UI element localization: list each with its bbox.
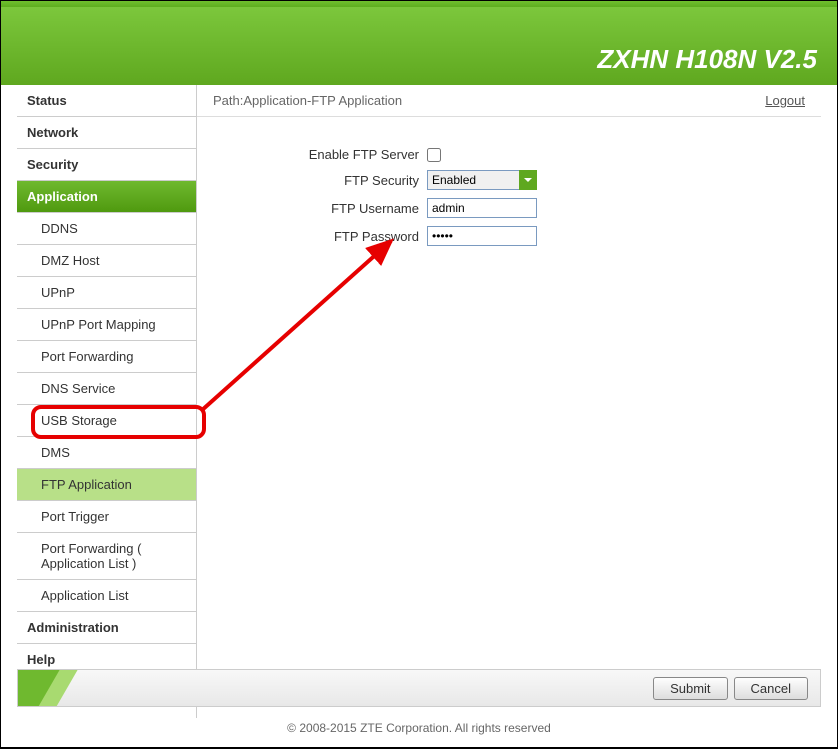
cancel-button[interactable]: Cancel [734,677,808,700]
header: ZXHN H108N V2.5 [1,7,837,85]
sidebar: Status Network Security Application DDNS… [17,85,197,718]
logout-link[interactable]: Logout [765,93,805,108]
ftp-password-label: FTP Password [237,229,427,244]
breadcrumb: Path:Application-FTP Application [213,93,402,108]
sidebar-cat-status[interactable]: Status [17,85,196,117]
ftp-username-label: FTP Username [237,201,427,216]
sidebar-cat-security[interactable]: Security [17,149,196,181]
ftp-security-select[interactable]: Enabled [427,170,537,190]
footer-bar: Submit Cancel [17,669,821,707]
sidebar-cat-application[interactable]: Application [17,181,196,213]
enable-ftp-label: Enable FTP Server [237,147,427,162]
copyright-text: © 2008-2015 ZTE Corporation. All rights … [1,721,837,735]
sidebar-item-port-trigger[interactable]: Port Trigger [17,501,196,533]
sidebar-item-dms[interactable]: DMS [17,437,196,469]
ftp-security-label: FTP Security [237,173,427,188]
sidebar-cat-network[interactable]: Network [17,117,196,149]
path-bar: Path:Application-FTP Application Logout [197,85,821,117]
sidebar-cat-administration[interactable]: Administration [17,612,196,644]
sidebar-item-ddns[interactable]: DDNS [17,213,196,245]
sidebar-item-application-list[interactable]: Application List [17,580,196,612]
submit-button[interactable]: Submit [653,677,727,700]
sidebar-item-upnp[interactable]: UPnP [17,277,196,309]
ftp-username-input[interactable] [427,198,537,218]
ftp-form: Enable FTP Server FTP Security Enabled F… [197,117,821,284]
main-content: Path:Application-FTP Application Logout … [197,85,821,718]
enable-ftp-checkbox[interactable] [427,148,441,162]
product-title: ZXHN H108N V2.5 [597,44,817,75]
sidebar-item-port-forwarding[interactable]: Port Forwarding [17,341,196,373]
sidebar-item-port-forwarding-app-list[interactable]: Port Forwarding ( Application List ) [17,533,196,580]
footer-decoration [18,670,98,706]
sidebar-item-usb-storage[interactable]: USB Storage [17,405,196,437]
sidebar-item-dmz-host[interactable]: DMZ Host [17,245,196,277]
ftp-password-input[interactable] [427,226,537,246]
sidebar-item-ftp-application[interactable]: FTP Application [17,469,196,501]
sidebar-item-upnp-port-mapping[interactable]: UPnP Port Mapping [17,309,196,341]
sidebar-item-dns-service[interactable]: DNS Service [17,373,196,405]
